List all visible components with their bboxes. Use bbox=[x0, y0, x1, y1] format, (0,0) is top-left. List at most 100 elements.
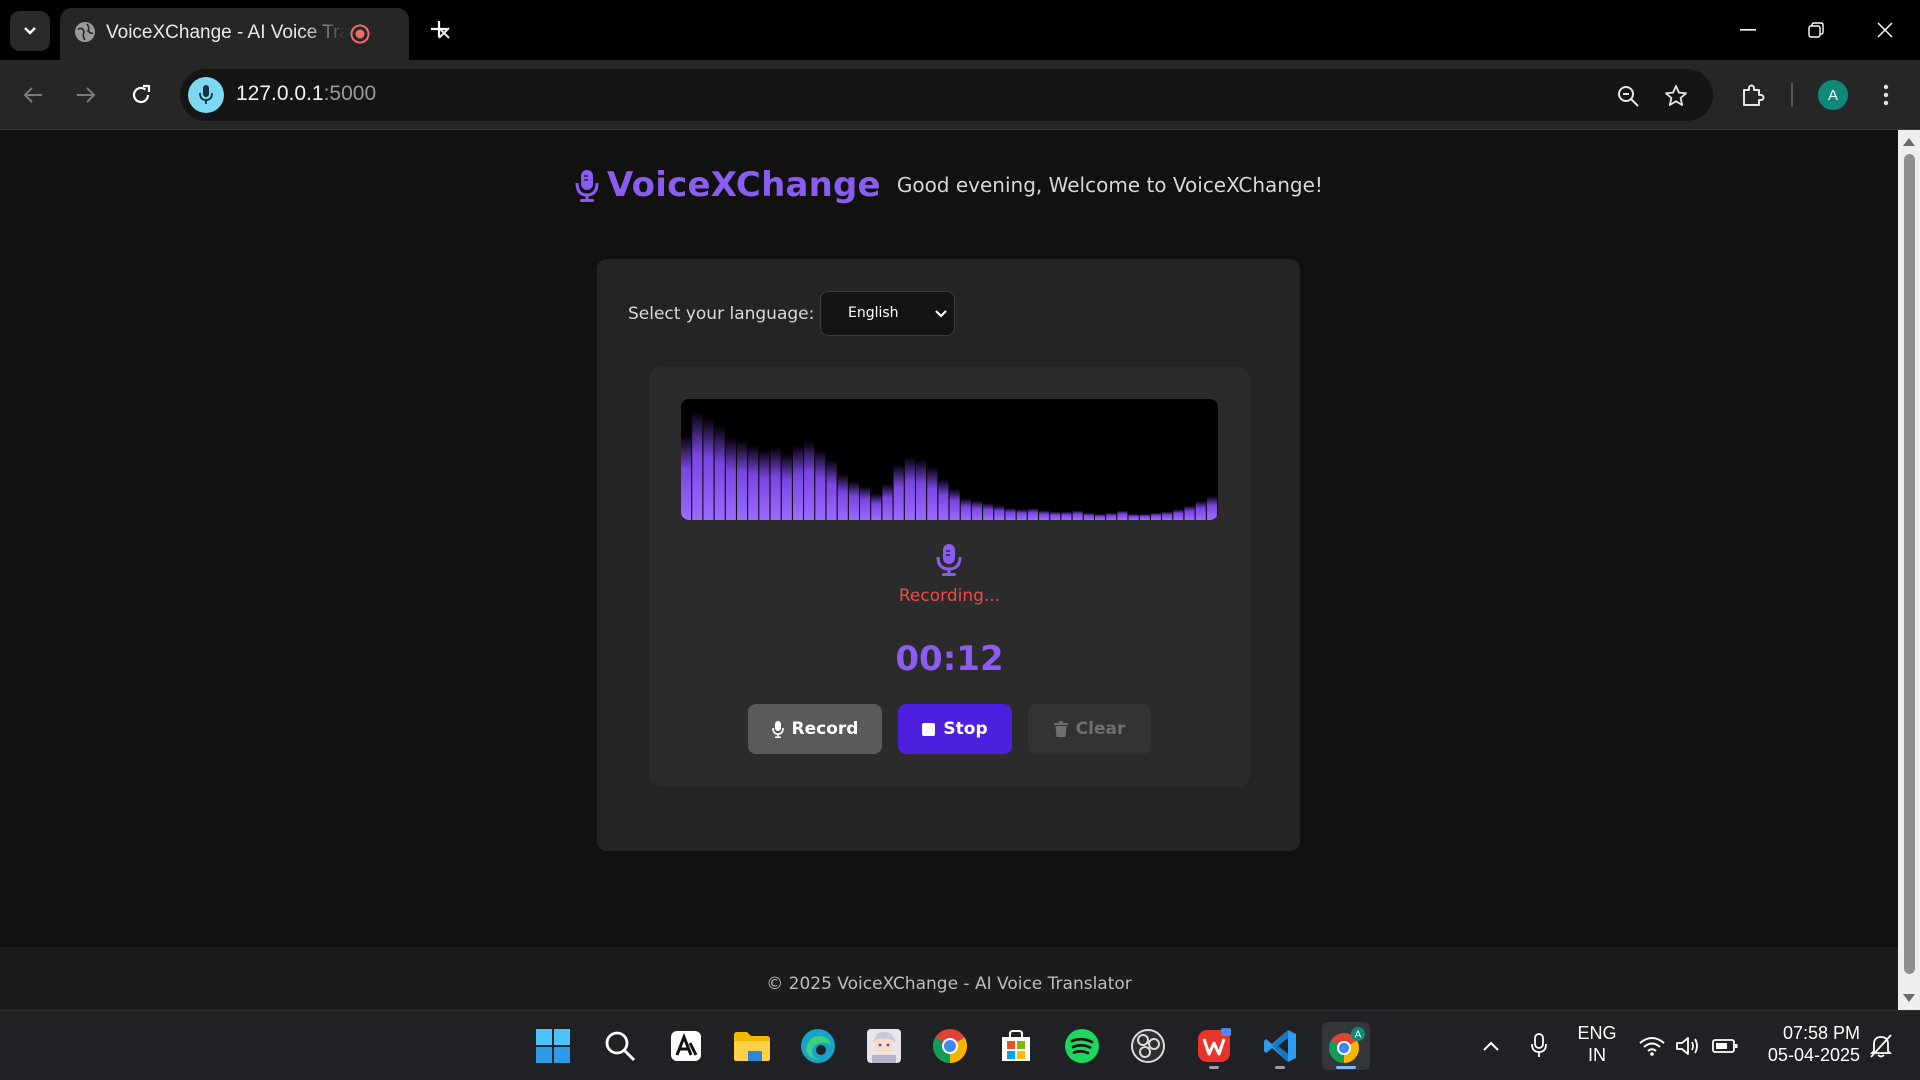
reload-icon bbox=[132, 84, 151, 104]
obs-app[interactable] bbox=[1124, 1022, 1172, 1070]
input-language-indicator[interactable]: ENG IN bbox=[1572, 1022, 1622, 1066]
stop-button[interactable]: Stop bbox=[898, 704, 1012, 754]
visualizer-bar bbox=[1083, 512, 1094, 520]
chrome-app[interactable] bbox=[926, 1022, 974, 1070]
stop-square-icon bbox=[922, 722, 936, 736]
browser-tab-strip: VoiceXChange - AI Voice Translator bbox=[0, 0, 1920, 60]
visualizer-bar bbox=[681, 435, 692, 520]
microsoft-store-app[interactable] bbox=[992, 1022, 1040, 1070]
vscode-app[interactable] bbox=[1256, 1022, 1304, 1070]
visualizer-bar bbox=[1094, 513, 1106, 520]
visualizer-bar bbox=[792, 444, 804, 520]
anime-wallpaper-app[interactable] bbox=[860, 1022, 908, 1070]
start-button[interactable] bbox=[529, 1022, 577, 1070]
back-button[interactable] bbox=[14, 76, 52, 114]
edge-app[interactable] bbox=[794, 1022, 842, 1070]
zoom-icon[interactable] bbox=[1613, 81, 1643, 111]
input-language-region: IN bbox=[1588, 1045, 1606, 1065]
visualizer-bar bbox=[1061, 511, 1072, 520]
notifications-icon[interactable] bbox=[1866, 1031, 1896, 1061]
address-bar[interactable]: 127.0.0.1:5000 bbox=[180, 69, 1713, 121]
visualizer-bar bbox=[748, 444, 759, 520]
visualizer-bar bbox=[692, 411, 703, 520]
page-scrollbar[interactable] bbox=[1898, 130, 1920, 1010]
minimize-button[interactable] bbox=[1718, 10, 1778, 50]
footer-copyright: © 2025 VoiceXChange - AI Voice Translato… bbox=[766, 974, 1132, 994]
visualizer-bar bbox=[1150, 512, 1162, 520]
visualizer-bar bbox=[882, 483, 893, 520]
forward-button[interactable] bbox=[67, 76, 105, 114]
chevron-down-icon bbox=[24, 27, 36, 35]
windows-logo-icon bbox=[536, 1029, 570, 1063]
volume-icon[interactable] bbox=[1673, 1031, 1703, 1061]
visualizer-bar bbox=[804, 440, 815, 520]
new-tab-button[interactable] bbox=[424, 14, 454, 44]
vscode-icon bbox=[1264, 1030, 1296, 1062]
web-page: VoiceXChange Good evening, Welcome to Vo… bbox=[0, 130, 1898, 1010]
microphone-icon bbox=[771, 720, 784, 738]
scroll-thumb[interactable] bbox=[1904, 154, 1915, 974]
clear-button[interactable]: Clear bbox=[1028, 704, 1151, 754]
visualizer-bar bbox=[1050, 511, 1061, 520]
visualizer-bar bbox=[994, 505, 1005, 520]
show-hidden-icons-button[interactable] bbox=[1476, 1031, 1506, 1061]
translator-card: Select your language: English Recording.… bbox=[597, 259, 1300, 851]
url-text[interactable]: 127.0.0.1:5000 bbox=[236, 82, 376, 106]
brand-name: VoiceXChange bbox=[607, 165, 881, 205]
visualizer-bar bbox=[893, 464, 904, 520]
browser-menu-button[interactable] bbox=[1867, 76, 1905, 114]
system-clock[interactable]: 07:58 PM 05-04-2025 bbox=[1750, 1022, 1860, 1066]
arrow-left-icon bbox=[23, 87, 42, 103]
page-footer: © 2025 VoiceXChange - AI Voice Translato… bbox=[0, 947, 1898, 1010]
scroll-down-arrow[interactable] bbox=[1903, 994, 1915, 1002]
profile-avatar[interactable]: A bbox=[1818, 80, 1848, 110]
recording-indicator-icon bbox=[347, 21, 373, 47]
clear-button-label: Clear bbox=[1075, 719, 1126, 739]
wifi-icon[interactable] bbox=[1637, 1031, 1667, 1061]
microphone-in-use-icon[interactable] bbox=[1524, 1031, 1554, 1061]
edge-icon bbox=[801, 1029, 835, 1063]
wps-office-app[interactable] bbox=[1190, 1022, 1238, 1070]
visualizer-bar bbox=[960, 498, 971, 520]
visualizer-bar bbox=[703, 417, 714, 520]
clock-time: 07:58 PM bbox=[1782, 1023, 1860, 1043]
tab-title: VoiceXChange - AI Voice Translator bbox=[106, 22, 346, 43]
clock-date: 05-04-2025 bbox=[1767, 1045, 1860, 1065]
stop-button-label: Stop bbox=[943, 719, 988, 739]
input-language-code: ENG bbox=[1577, 1023, 1617, 1043]
bookmark-star-icon[interactable] bbox=[1661, 81, 1691, 111]
browser-tab-active[interactable]: VoiceXChange - AI Voice Translator bbox=[60, 8, 450, 60]
visualizer-bar bbox=[1005, 507, 1016, 520]
extensions-puzzle-icon[interactable] bbox=[1734, 76, 1772, 114]
battery-icon[interactable] bbox=[1710, 1031, 1740, 1061]
visualizer-bar bbox=[848, 481, 859, 520]
visualizer-bars bbox=[681, 411, 1217, 520]
greeting-text: Good evening, Welcome to VoiceXChange! bbox=[896, 173, 1323, 197]
visualizer-bar bbox=[1072, 510, 1083, 520]
visualizer-bar bbox=[915, 459, 927, 520]
site-mic-permission-icon[interactable] bbox=[188, 77, 224, 113]
visualizer-bar bbox=[1139, 513, 1150, 520]
chrome-profile-app[interactable]: A bbox=[1322, 1022, 1370, 1070]
record-button[interactable]: Record bbox=[748, 704, 882, 754]
tab-search-button[interactable] bbox=[10, 11, 50, 51]
spotify-app[interactable] bbox=[1058, 1022, 1106, 1070]
ai-writer-icon bbox=[671, 1031, 701, 1061]
visualizer-bar bbox=[927, 466, 938, 520]
chrome-profile-icon: A bbox=[1328, 1027, 1365, 1063]
browser-toolbar: 127.0.0.1:5000 A bbox=[0, 60, 1920, 130]
restore-button[interactable] bbox=[1786, 10, 1846, 50]
close-window-button[interactable] bbox=[1855, 10, 1915, 50]
chevron-down-icon bbox=[935, 310, 947, 318]
language-select[interactable]: English bbox=[820, 291, 955, 336]
language-selected-value: English bbox=[848, 305, 899, 321]
restore-icon bbox=[1808, 22, 1824, 38]
file-explorer-app[interactable] bbox=[728, 1022, 776, 1070]
visualizer-bar bbox=[815, 449, 826, 520]
reload-button[interactable] bbox=[122, 76, 160, 114]
visualizer-bar bbox=[1027, 507, 1038, 520]
search-button[interactable] bbox=[596, 1022, 644, 1070]
scroll-up-arrow[interactable] bbox=[1903, 138, 1915, 146]
microphone-logo-icon bbox=[575, 170, 599, 202]
ai-writer-app[interactable] bbox=[662, 1022, 710, 1070]
